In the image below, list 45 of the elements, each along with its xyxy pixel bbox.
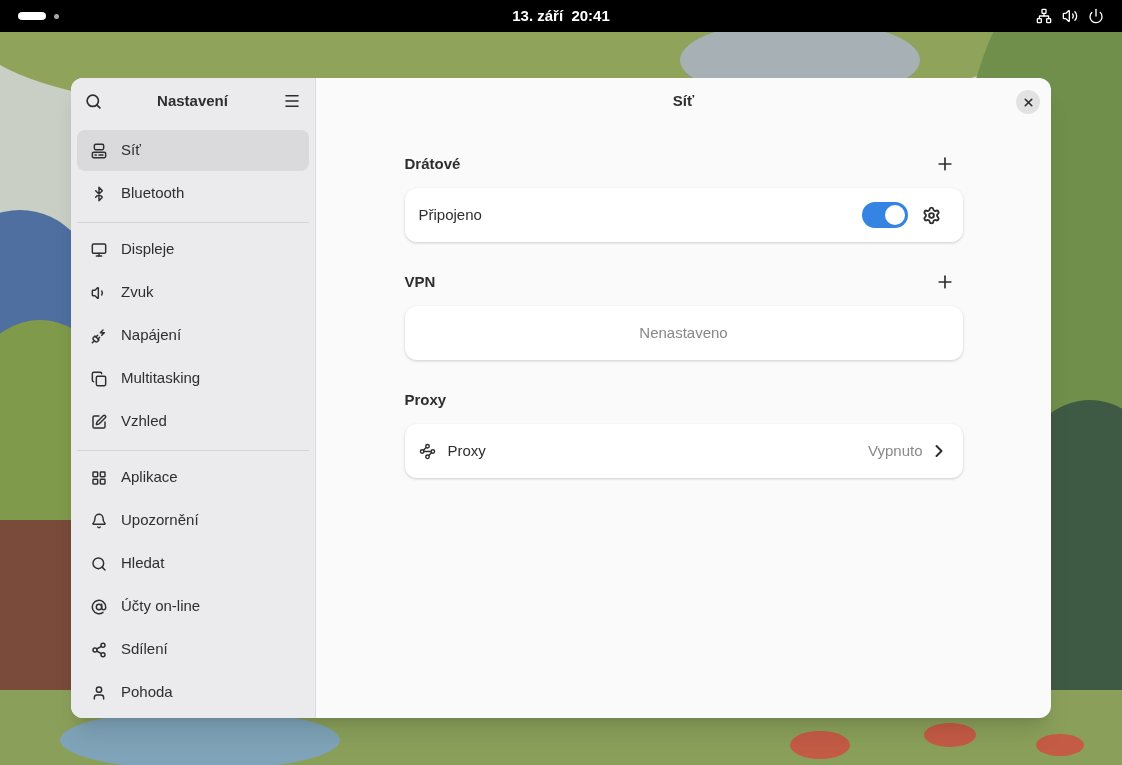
sidebar-item[interactable]: Napájení	[77, 315, 309, 356]
sidebar-item[interactable]: Pohoda	[77, 672, 309, 713]
grid-icon	[91, 469, 107, 486]
sidebar-item[interactable]: Vzhled	[77, 401, 309, 442]
volume-icon[interactable]	[1062, 8, 1078, 24]
connection-status: Připojeno	[418, 204, 483, 225]
sidebar-item[interactable]: Displeje	[77, 229, 309, 270]
power-icon[interactable]	[1088, 8, 1104, 24]
bell-icon	[91, 512, 107, 529]
close-button[interactable]	[1016, 90, 1040, 114]
person-icon	[91, 684, 107, 701]
empty-state-label: Nenastaveno	[639, 322, 728, 343]
proxy-icon	[418, 442, 436, 460]
workspace-indicator[interactable]	[18, 12, 46, 20]
proxy-status: Vypnuto	[868, 440, 923, 461]
settings-icon[interactable]	[921, 205, 941, 225]
network-computer-icon	[91, 142, 107, 159]
clock[interactable]: 13. září 20:41	[512, 4, 610, 28]
sidebar-title: Nastavení	[157, 90, 228, 111]
network-icon[interactable]	[1036, 8, 1052, 24]
search-icon[interactable]	[85, 92, 102, 110]
sidebar-item[interactable]: Zvuk	[77, 272, 309, 313]
section-heading: VPN	[404, 271, 436, 292]
sidebar-item[interactable]: Hledat	[77, 543, 309, 584]
sidebar-item[interactable]: Síť	[77, 130, 309, 171]
at-sign-icon	[91, 598, 107, 615]
toggle-switch[interactable]	[861, 202, 908, 228]
sidebar-item[interactable]: Aplikace	[77, 457, 309, 498]
section-heading: Drátové	[404, 153, 461, 174]
sidebar-item[interactable]: Multitasking	[77, 358, 309, 399]
share-icon	[91, 641, 107, 658]
sidebar-item[interactable]: Bluetooth	[77, 173, 309, 214]
sidebar-item[interactable]: Sdílení	[77, 629, 309, 670]
sidebar-item[interactable]: Účty on-line	[77, 586, 309, 627]
search-icon	[91, 555, 107, 572]
pen-icon	[91, 413, 107, 430]
plug-icon	[91, 327, 107, 344]
menu-icon[interactable]	[283, 92, 301, 110]
sidebar-item[interactable]: Upozornění	[77, 500, 309, 541]
close-icon	[1021, 95, 1035, 109]
page-title: Síť	[672, 90, 695, 111]
proxy-label[interactable]: Proxy	[447, 439, 868, 463]
windows-icon	[91, 370, 107, 387]
section-heading: Proxy	[404, 389, 447, 410]
monitor-icon	[91, 241, 107, 258]
